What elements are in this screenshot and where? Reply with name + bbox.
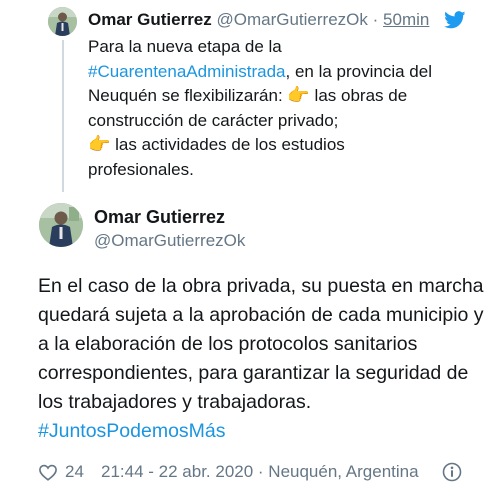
- quoted-timestamp-link[interactable]: 50min: [383, 10, 429, 29]
- tweet-embed: Omar Gutierrez @OmarGutierrezOk · 50min …: [0, 0, 499, 492]
- tweet-metadata[interactable]: 21:44 - 22 abr. 2020 · Neuquén, Argentin…: [101, 460, 419, 484]
- separator-dot: ·: [372, 10, 379, 29]
- tweet-footer: 24 21:44 - 22 abr. 2020 · Neuquén, Argen…: [38, 460, 498, 484]
- quoted-text-line: , en la provincia del: [285, 61, 432, 81]
- main-tweet-body: En el caso de la obra privada, su puesta…: [38, 275, 484, 413]
- quoted-text-line: las obras de: [309, 86, 408, 105]
- avatar-quoted[interactable]: [48, 7, 77, 36]
- pointing-hand-icon: 👉: [88, 134, 111, 155]
- quoted-text-line: Para la nueva etapa de la: [88, 37, 282, 56]
- quoted-text-line: las actividades de los estudios: [110, 135, 345, 154]
- hashtag-link[interactable]: #JuntosPodemosMás: [38, 420, 226, 442]
- like-count: 24: [65, 462, 84, 481]
- info-icon[interactable]: [442, 462, 462, 482]
- avatar-main[interactable]: [39, 203, 83, 247]
- quoted-text-line: construcción de carácter privado;: [88, 110, 339, 130]
- quoted-text-line: Neuquén se flexibilizarán:: [88, 86, 283, 105]
- quoted-tweet-header: Omar Gutierrez @OmarGutierrezOk · 50min: [88, 9, 448, 31]
- twitter-bird-icon[interactable]: [444, 11, 466, 29]
- quoted-text-line: profesionales.: [88, 159, 194, 179]
- quoted-author-handle[interactable]: @OmarGutierrezOk: [217, 10, 368, 29]
- main-author-handle[interactable]: @OmarGutierrezOk: [94, 230, 245, 252]
- quoted-tweet-text: Para la nueva etapa de la #CuarentenaAdm…: [88, 35, 484, 182]
- main-tweet-text: En el caso de la obra privada, su puesta…: [38, 272, 488, 446]
- pointing-hand-icon: 👉: [287, 85, 310, 106]
- main-author-name[interactable]: Omar Gutierrez: [94, 206, 225, 228]
- thread-line: [62, 40, 64, 192]
- quoted-author-name[interactable]: Omar Gutierrez: [88, 10, 212, 29]
- hashtag-link[interactable]: #CuarentenaAdministrada: [88, 62, 286, 81]
- heart-icon[interactable]: [38, 464, 58, 481]
